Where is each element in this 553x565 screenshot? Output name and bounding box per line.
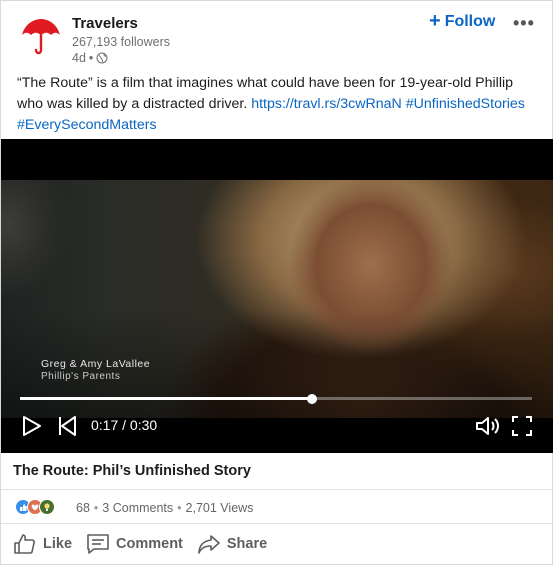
reaction-count[interactable]: 68	[76, 501, 90, 515]
meta-separator: •	[88, 51, 94, 65]
post-meta: 4d •	[72, 51, 108, 65]
video-frame[interactable]	[1, 180, 553, 418]
thumbs-up-icon	[14, 534, 35, 554]
globe-icon	[96, 52, 108, 64]
views-count: 2,701 Views	[185, 501, 254, 515]
video-caption-name: Greg & Amy LaVallee	[41, 358, 151, 370]
share-label: Share	[226, 536, 268, 552]
video-time: 0:17 / 0:30	[91, 417, 158, 433]
comment-icon	[87, 534, 109, 554]
video-caption-role: Phillip's Parents	[41, 371, 121, 382]
plus-icon: +	[429, 10, 441, 32]
volume-icon[interactable]	[475, 415, 501, 437]
umbrella-logo-icon[interactable]	[19, 17, 63, 57]
hashtag-unfinished-stories[interactable]: #UnfinishedStories	[406, 96, 525, 112]
social-counts: 68 • 3 Comments • 2,701 Views	[76, 501, 253, 515]
action-bar: Like Comment Share	[13, 533, 267, 555]
post-link[interactable]: https://travl.rs/3cwRnaN	[251, 96, 402, 112]
video-title[interactable]: The Route: Phil’s Unfinished Story	[13, 463, 251, 479]
video-progress-handle[interactable]	[306, 393, 317, 404]
company-name[interactable]: Travelers	[72, 15, 138, 32]
comments-count[interactable]: 3 Comments	[102, 501, 173, 515]
share-button[interactable]: Share	[197, 533, 267, 555]
comment-button[interactable]: Comment	[86, 533, 183, 555]
like-button[interactable]: Like	[13, 533, 72, 555]
skip-back-icon[interactable]	[56, 415, 78, 437]
divider	[1, 489, 553, 490]
follow-button[interactable]: + Follow	[429, 10, 496, 32]
post-age: 4d	[72, 51, 86, 65]
count-separator: •	[177, 501, 182, 515]
insightful-reaction-icon	[39, 499, 55, 515]
hashtag-every-second-matters[interactable]: #EverySecondMatters	[17, 117, 157, 133]
video-progress-bar[interactable]	[20, 393, 532, 404]
play-icon[interactable]	[21, 415, 43, 437]
post-text: “The Route” is a film that imagines what…	[17, 73, 542, 136]
fullscreen-icon[interactable]	[512, 416, 532, 436]
count-separator: •	[93, 501, 99, 515]
post-card: Travelers 267,193 followers 4d • + Follo…	[0, 0, 553, 565]
video-frame-shade	[1, 180, 553, 418]
reaction-icons[interactable]	[15, 499, 55, 515]
video-player[interactable]: Greg & Amy LaVallee Phillip's Parents 0:…	[1, 139, 553, 453]
like-label: Like	[43, 536, 73, 552]
divider	[1, 523, 553, 524]
follower-count: 267,193 followers	[72, 35, 170, 49]
comment-label: Comment	[116, 536, 183, 552]
share-arrow-icon	[198, 535, 220, 554]
more-options-button[interactable]: •••	[513, 13, 535, 34]
video-progress-fill	[20, 397, 312, 400]
follow-label: Follow	[444, 13, 496, 30]
